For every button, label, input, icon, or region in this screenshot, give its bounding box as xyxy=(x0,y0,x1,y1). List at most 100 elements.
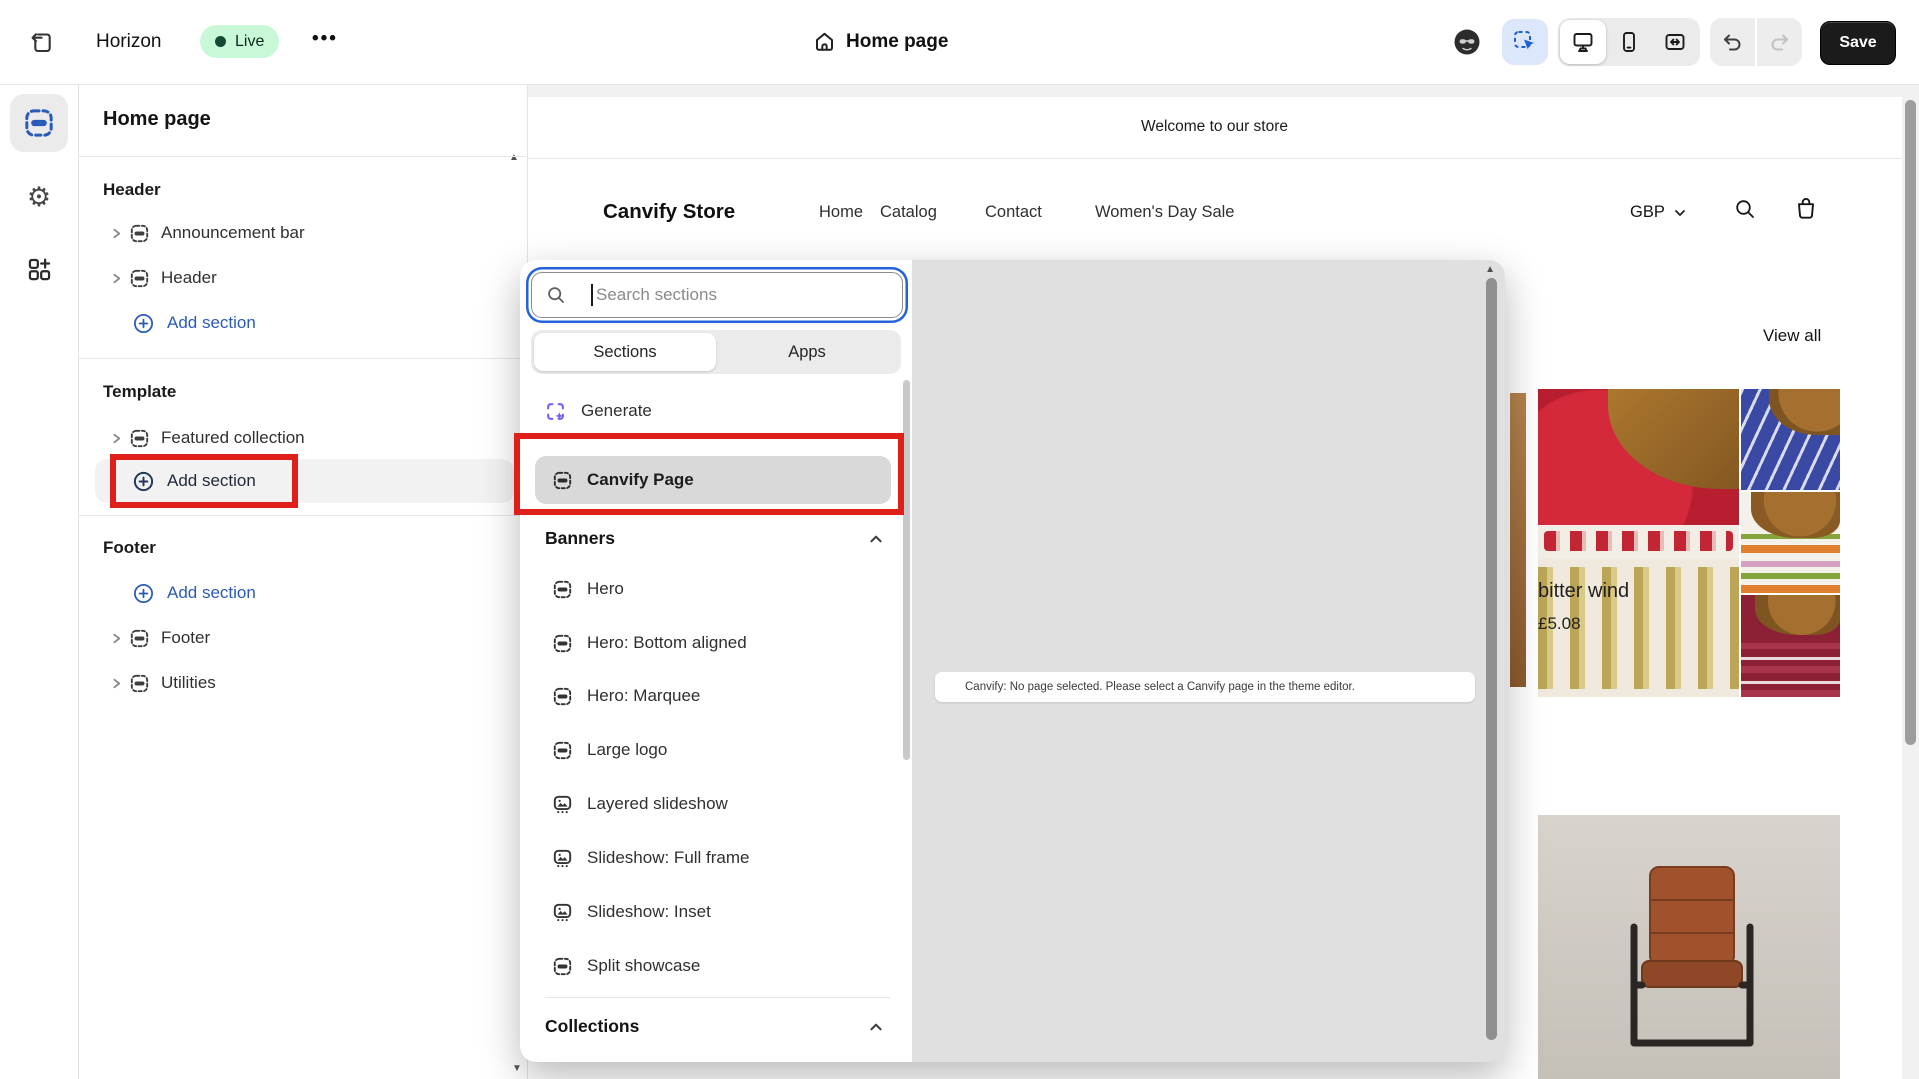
product-image-bitter-wind[interactable] xyxy=(1538,389,1840,697)
save-button[interactable]: Save xyxy=(1820,21,1896,65)
desktop-icon xyxy=(1571,30,1595,54)
product-image-partial[interactable] xyxy=(1510,393,1526,687)
picker-item-layered-slideshow[interactable]: Layered slideshow xyxy=(553,782,728,826)
mobile-view-button[interactable] xyxy=(1606,20,1652,64)
tree-item-label: Utilities xyxy=(161,673,216,693)
tree-item-label: Featured collection xyxy=(161,428,305,448)
picker-preview-pane: Canvify: No page selected. Please select… xyxy=(912,260,1505,1062)
dots-icon: ••• xyxy=(312,28,338,49)
section-icon xyxy=(553,634,572,653)
section-icon xyxy=(553,580,572,599)
live-dot-icon xyxy=(215,36,226,47)
section-search-input[interactable]: Search sections xyxy=(531,272,903,318)
section-icon xyxy=(130,674,149,693)
canvify-message-text: Canvify: No page selected. Please select… xyxy=(965,681,1355,693)
picker-item-label: Layered slideshow xyxy=(587,794,728,814)
top-toolbar: Horizon Live ••• Home page xyxy=(0,0,1919,85)
picker-item-hero-marquee[interactable]: Hero: Marquee xyxy=(553,674,700,718)
cart-bag-icon[interactable] xyxy=(1793,195,1819,221)
search-icon xyxy=(546,285,566,305)
undo-icon xyxy=(1721,31,1744,54)
current-page-title[interactable]: Home page xyxy=(846,31,948,53)
collections-group-header[interactable]: Collections xyxy=(545,1016,639,1037)
section-icon xyxy=(553,957,572,976)
nav-contact[interactable]: Contact xyxy=(985,203,1042,222)
view-all-link[interactable]: View all xyxy=(1763,326,1821,346)
exit-editor-button[interactable] xyxy=(22,22,62,62)
chevron-up-icon[interactable] xyxy=(868,531,884,547)
picker-item-hero-bottom[interactable]: Hero: Bottom aligned xyxy=(553,621,747,665)
theme-name: Horizon xyxy=(96,31,161,53)
picker-item-split-showcase[interactable]: Split showcase xyxy=(553,944,700,988)
chevron-up-icon[interactable] xyxy=(868,1019,884,1035)
add-section-footer-link[interactable]: Add section xyxy=(133,573,256,613)
section-icon xyxy=(130,269,149,288)
slideshow-icon xyxy=(553,795,572,814)
tab-apps[interactable]: Apps xyxy=(716,333,898,371)
preview-scrollbar[interactable] xyxy=(1902,97,1919,1079)
picker-item-hero[interactable]: Hero xyxy=(553,567,624,611)
panel-title: Home page xyxy=(103,108,211,131)
product-image-chair[interactable] xyxy=(1538,815,1840,1079)
chevron-right-icon xyxy=(110,677,123,690)
tab-sections[interactable]: Sections xyxy=(534,333,716,371)
rail-settings-button[interactable]: ⚙ xyxy=(10,168,68,226)
picker-item-label: Slideshow: Inset xyxy=(587,902,711,922)
section-icon xyxy=(553,741,572,760)
generate-label: Generate xyxy=(581,401,652,421)
nav-catalog[interactable]: Catalog xyxy=(880,203,937,222)
picker-list-scrollbar-thumb[interactable] xyxy=(903,380,910,760)
exit-icon xyxy=(29,29,56,56)
mobile-icon xyxy=(1617,30,1641,54)
pane-scroll-up-arrow[interactable]: ▲ xyxy=(1485,265,1495,275)
picker-item-label: Split showcase xyxy=(587,956,700,976)
preview-avatar-icon[interactable] xyxy=(1452,27,1482,57)
storefront-search-icon[interactable] xyxy=(1733,197,1757,221)
panel-scroll-up-arrow[interactable]: ▲ xyxy=(509,153,519,163)
chevron-right-icon xyxy=(110,632,123,645)
section-icon xyxy=(130,224,149,243)
group-label-template: Template xyxy=(103,382,176,402)
rail-sections-button[interactable] xyxy=(10,94,68,152)
picker-item-slideshow-full-frame[interactable]: Slideshow: Full frame xyxy=(553,836,750,880)
undo-button[interactable] xyxy=(1710,18,1755,66)
banners-group-header[interactable]: Banners xyxy=(545,528,615,549)
store-name[interactable]: Canvify Store xyxy=(603,200,735,224)
picker-item-label: Large logo xyxy=(587,740,667,760)
preview-scrollbar-thumb[interactable] xyxy=(1905,100,1916,745)
nav-home[interactable]: Home xyxy=(819,203,863,222)
picker-item-slideshow-inset[interactable]: Slideshow: Inset xyxy=(553,890,711,934)
live-status-badge: Live xyxy=(200,25,279,58)
slideshow-icon xyxy=(553,849,572,868)
product-price: £5.08 xyxy=(1538,614,1581,634)
redo-button[interactable] xyxy=(1757,18,1802,66)
inspect-select-tool-button[interactable] xyxy=(1502,19,1548,65)
nav-womens-day-sale[interactable]: Women's Day Sale xyxy=(1095,203,1235,222)
picker-item-large-logo[interactable]: Large logo xyxy=(553,728,667,772)
live-label: Live xyxy=(235,33,264,51)
pane-scrollbar-thumb[interactable] xyxy=(1486,278,1497,1040)
add-section-label: Add section xyxy=(167,313,256,333)
panel-scroll-down-arrow[interactable]: ▼ xyxy=(512,1064,522,1074)
tree-item-featured-collection[interactable]: Featured collection xyxy=(110,418,305,458)
add-section-header-link[interactable]: Add section xyxy=(133,303,256,343)
tree-item-header[interactable]: Header xyxy=(110,258,217,298)
fullwidth-view-button[interactable] xyxy=(1652,20,1698,64)
tree-item-label: Header xyxy=(161,268,217,288)
desktop-view-button[interactable] xyxy=(1560,20,1606,64)
search-placeholder: Search sections xyxy=(596,285,717,305)
section-icon xyxy=(553,687,572,706)
product-name[interactable]: bitter wind xyxy=(1538,580,1629,603)
generate-item[interactable]: Generate xyxy=(545,389,652,433)
group-label-header: Header xyxy=(103,180,161,200)
tree-item-utilities[interactable]: Utilities xyxy=(110,663,216,703)
currency-selector[interactable]: GBP xyxy=(1630,203,1687,222)
rail-apps-button[interactable] xyxy=(10,240,68,298)
theme-editor-window: Welcome to our store Canvify Store Home … xyxy=(0,0,1919,1079)
tree-item-announcement-bar[interactable]: Announcement bar xyxy=(110,213,305,253)
chevron-down-icon xyxy=(1673,206,1687,220)
tree-item-footer[interactable]: Footer xyxy=(110,618,210,658)
announcement-divider xyxy=(527,158,1902,159)
more-actions-button[interactable]: ••• xyxy=(312,28,338,50)
editor-rail: ⚙ xyxy=(0,84,79,1079)
